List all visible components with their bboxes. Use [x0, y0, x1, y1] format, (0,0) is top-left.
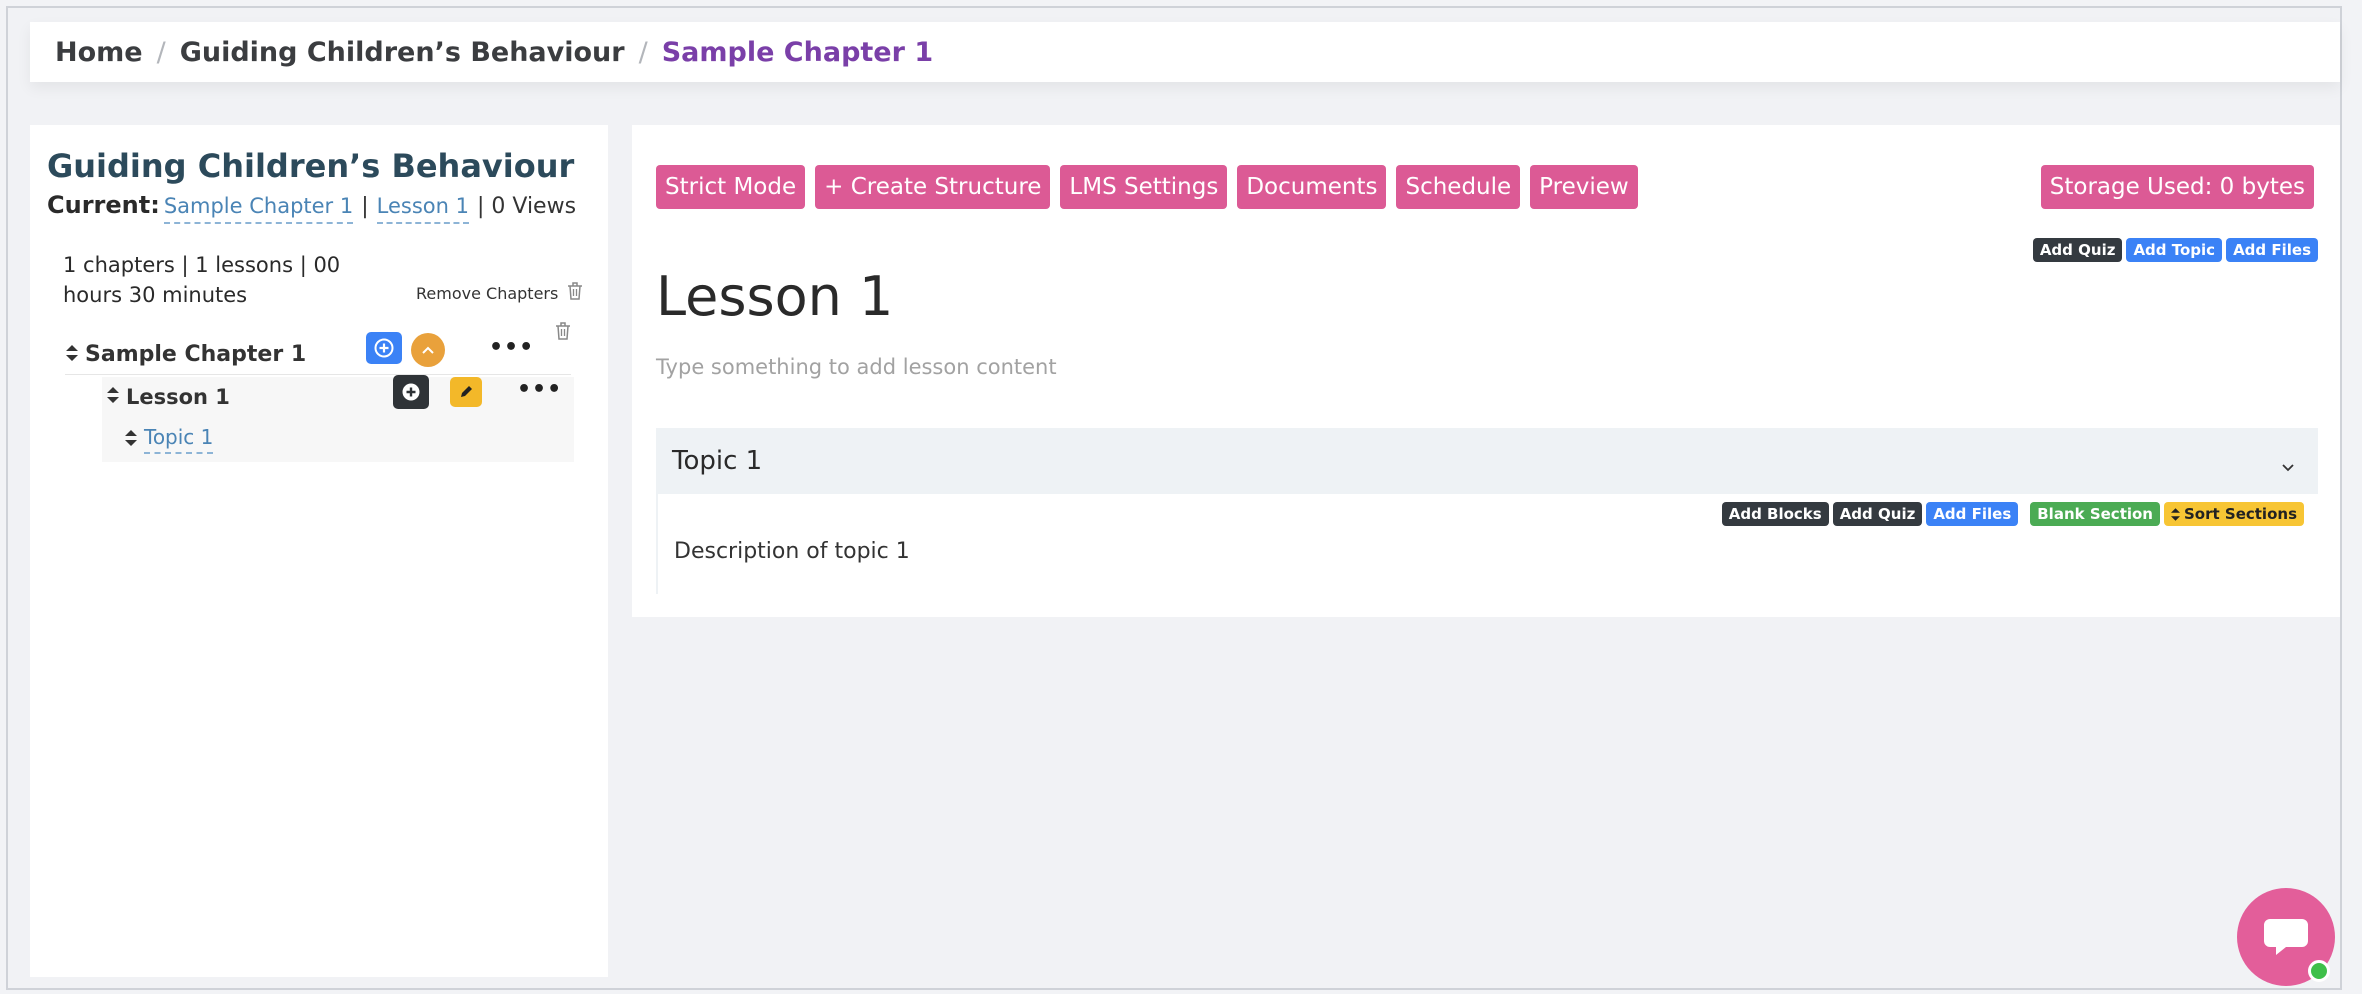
breadcrumb-separator: / [638, 36, 648, 68]
remove-chapters-label: Remove Chapters [416, 283, 559, 303]
topic-description[interactable]: Description of topic 1 [674, 539, 910, 564]
add-quiz-button[interactable]: Add Quiz [1832, 502, 1923, 526]
lesson-content-input[interactable]: Type something to add lesson content [656, 355, 1057, 379]
edit-lesson-button[interactable] [450, 377, 482, 407]
sort-handle-icon[interactable] [65, 344, 79, 366]
add-lesson-button[interactable] [366, 332, 402, 364]
breadcrumb: Home / Guiding Children’s Behaviour / Sa… [30, 22, 2340, 82]
lesson-more-icon[interactable]: ••• [517, 377, 562, 402]
toolbar: Strict Mode + Create Structure LMS Setti… [656, 165, 1638, 209]
views-count: | 0 Views [476, 194, 577, 219]
sort-handle-icon[interactable] [124, 429, 138, 451]
course-title: Guiding Children’s Behaviour [47, 147, 575, 185]
chevron-up-icon [422, 346, 434, 354]
add-topic-button[interactable]: Add Topic [2126, 238, 2223, 262]
breadcrumb-current: Sample Chapter 1 [661, 36, 934, 68]
strict-mode-button[interactable]: Strict Mode [656, 165, 806, 209]
blank-section-button[interactable]: Blank Section [2030, 502, 2160, 526]
breadcrumb-course[interactable]: Guiding Children’s Behaviour [180, 37, 625, 68]
chat-bubble-icon [2264, 919, 2308, 955]
chapter-label[interactable]: Sample Chapter 1 [85, 342, 306, 367]
topic-row[interactable]: Topic 1 [102, 417, 574, 462]
topic-actions: Add Blocks Add Quiz Add Files Blank Sect… [1721, 502, 2304, 526]
create-structure-button[interactable]: + Create Structure [815, 165, 1051, 209]
topic-link[interactable]: Topic 1 [144, 425, 214, 454]
lesson-row[interactable]: Lesson 1 [102, 377, 574, 417]
topic-body: Add Blocks Add Quiz Add Files Blank Sect… [656, 494, 2318, 594]
add-files-button[interactable]: Add Files [2226, 238, 2318, 262]
lesson-editor: Strict Mode + Create Structure LMS Setti… [632, 125, 2340, 617]
lms-settings-button[interactable]: LMS Settings [1060, 165, 1228, 209]
storage-used-badge: Storage Used: 0 bytes [2040, 165, 2314, 209]
sort-sections-button[interactable]: Sort Sections [2164, 502, 2304, 526]
plus-circle-icon [402, 383, 420, 401]
breadcrumb-separator: / [156, 36, 166, 68]
lesson-title[interactable]: Lesson 1 [656, 265, 893, 328]
current-location: Current: Sample Chapter 1 | Lesson 1 | 0… [47, 191, 584, 224]
plus-circle-icon [374, 338, 394, 358]
trash-icon[interactable] [566, 281, 584, 305]
breadcrumb-home[interactable]: Home [55, 37, 143, 68]
online-status-dot [2308, 960, 2330, 982]
pencil-icon [461, 386, 472, 397]
remove-chapters-button[interactable]: Remove Chapters [416, 281, 584, 305]
documents-button[interactable]: Documents [1237, 165, 1387, 209]
add-quiz-button[interactable]: Add Quiz [2032, 238, 2123, 262]
sort-handle-icon[interactable] [106, 386, 120, 408]
current-lesson-link[interactable]: Lesson 1 [376, 194, 469, 224]
add-topic-button[interactable] [393, 375, 429, 409]
add-files-button[interactable]: Add Files [1926, 502, 2019, 526]
lesson-label[interactable]: Lesson 1 [126, 385, 230, 409]
sort-icon [2171, 507, 2180, 521]
pipe-separator: | [361, 194, 369, 219]
lesson-actions: Add Quiz Add Topic Add Files [2032, 238, 2318, 262]
topic-title: Topic 1 [672, 446, 763, 476]
course-summary: 1 chapters | 1 lessons | 00 hours 30 min… [63, 253, 341, 307]
collapse-chapter-button[interactable] [411, 333, 445, 367]
course-sidebar: Guiding Children’s Behaviour Current: Sa… [30, 125, 608, 977]
schedule-button[interactable]: Schedule [1396, 165, 1521, 209]
add-blocks-button[interactable]: Add Blocks [1721, 502, 1829, 526]
chapter-more-icon[interactable]: ••• [489, 335, 534, 360]
preview-button[interactable]: Preview [1530, 165, 1638, 209]
topic-accordion-header[interactable]: Topic 1 [656, 428, 2318, 494]
sort-sections-label: Sort Sections [2184, 505, 2297, 523]
current-chapter-link[interactable]: Sample Chapter 1 [163, 194, 354, 224]
current-label: Current: [47, 191, 160, 219]
chevron-down-icon[interactable] [2280, 450, 2296, 480]
